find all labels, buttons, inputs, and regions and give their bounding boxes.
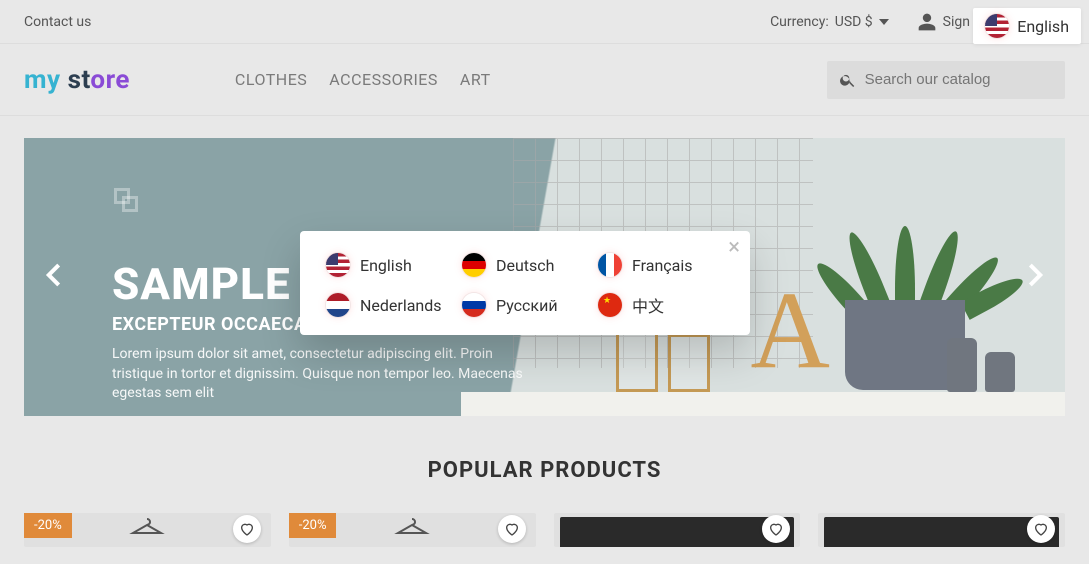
discount-badge: -20% xyxy=(289,513,337,538)
product-card[interactable]: -20% xyxy=(24,513,271,547)
lang-label: Français xyxy=(632,256,693,275)
product-card[interactable] xyxy=(818,513,1065,547)
search-input[interactable] xyxy=(865,71,1053,88)
section-title: POPULAR PRODUCTS xyxy=(0,458,1089,483)
main-header: my store CLOTHES ACCESSORIES ART xyxy=(0,44,1089,116)
main-nav: CLOTHES ACCESSORIES ART xyxy=(235,70,491,89)
currency-selector[interactable]: Currency: USD $ xyxy=(770,14,889,30)
person-icon xyxy=(917,12,937,32)
nav-clothes[interactable]: CLOTHES xyxy=(235,70,307,89)
language-modal: × English Deutsch Français Nederlands Ру… xyxy=(300,231,750,335)
de-flag-icon xyxy=(462,253,486,277)
search-box[interactable] xyxy=(827,61,1065,99)
us-flag-icon xyxy=(326,253,350,277)
candle-decor xyxy=(947,338,1015,392)
nav-accessories[interactable]: ACCESSORIES xyxy=(329,70,438,89)
product-card[interactable] xyxy=(554,513,801,547)
lang-option-nederlands[interactable]: Nederlands xyxy=(326,293,452,317)
product-grid: -20% -20% xyxy=(0,483,1089,547)
product-card[interactable]: -20% xyxy=(289,513,536,547)
store-logo[interactable]: my store xyxy=(24,65,130,95)
nav-art[interactable]: ART xyxy=(460,70,491,89)
lang-label: Nederlands xyxy=(360,296,442,315)
hero-body: Lorem ipsum dolor sit amet, consectetur … xyxy=(112,345,542,404)
lang-label: Русский xyxy=(496,296,558,315)
language-pill-label: English xyxy=(1017,17,1069,36)
ru-flag-icon xyxy=(462,293,486,317)
product-screen xyxy=(824,517,1059,547)
lang-option-english[interactable]: English xyxy=(326,253,452,277)
chevron-down-icon xyxy=(879,19,889,25)
lang-option-francais[interactable]: Français xyxy=(598,253,724,277)
discount-badge: -20% xyxy=(24,513,72,538)
plant-decor xyxy=(805,146,995,316)
lang-option-chinese[interactable]: 中文 xyxy=(598,293,724,317)
language-grid: English Deutsch Français Nederlands Русс… xyxy=(326,253,724,317)
fr-flag-icon xyxy=(598,253,622,277)
letter-decor: A xyxy=(751,267,830,394)
wishlist-button[interactable] xyxy=(1027,515,1055,543)
cn-flag-icon xyxy=(598,293,622,317)
lang-label: English xyxy=(360,256,412,275)
us-flag-icon xyxy=(985,14,1009,38)
lang-option-russian[interactable]: Русский xyxy=(462,293,588,317)
carousel-prev-button[interactable] xyxy=(36,258,70,296)
currency-label: Currency: xyxy=(770,14,829,30)
nl-flag-icon xyxy=(326,293,350,317)
lang-label: Deutsch xyxy=(496,256,554,275)
top-bar: Contact us Currency: USD $ Sign in Cart xyxy=(0,0,1089,44)
carousel-next-button[interactable] xyxy=(1019,258,1053,296)
hanger-icon xyxy=(129,515,165,543)
currency-value: USD $ xyxy=(835,14,873,30)
wishlist-button[interactable] xyxy=(498,515,526,543)
lang-option-deutsch[interactable]: Deutsch xyxy=(462,253,588,277)
lang-label: 中文 xyxy=(632,293,664,317)
search-icon xyxy=(839,70,857,90)
hanger-icon xyxy=(394,515,430,543)
contact-us-link[interactable]: Contact us xyxy=(24,14,91,30)
wishlist-button[interactable] xyxy=(233,515,261,543)
language-switcher-pill[interactable]: English xyxy=(973,8,1081,44)
product-screen xyxy=(560,517,795,547)
close-button[interactable]: × xyxy=(728,237,740,259)
